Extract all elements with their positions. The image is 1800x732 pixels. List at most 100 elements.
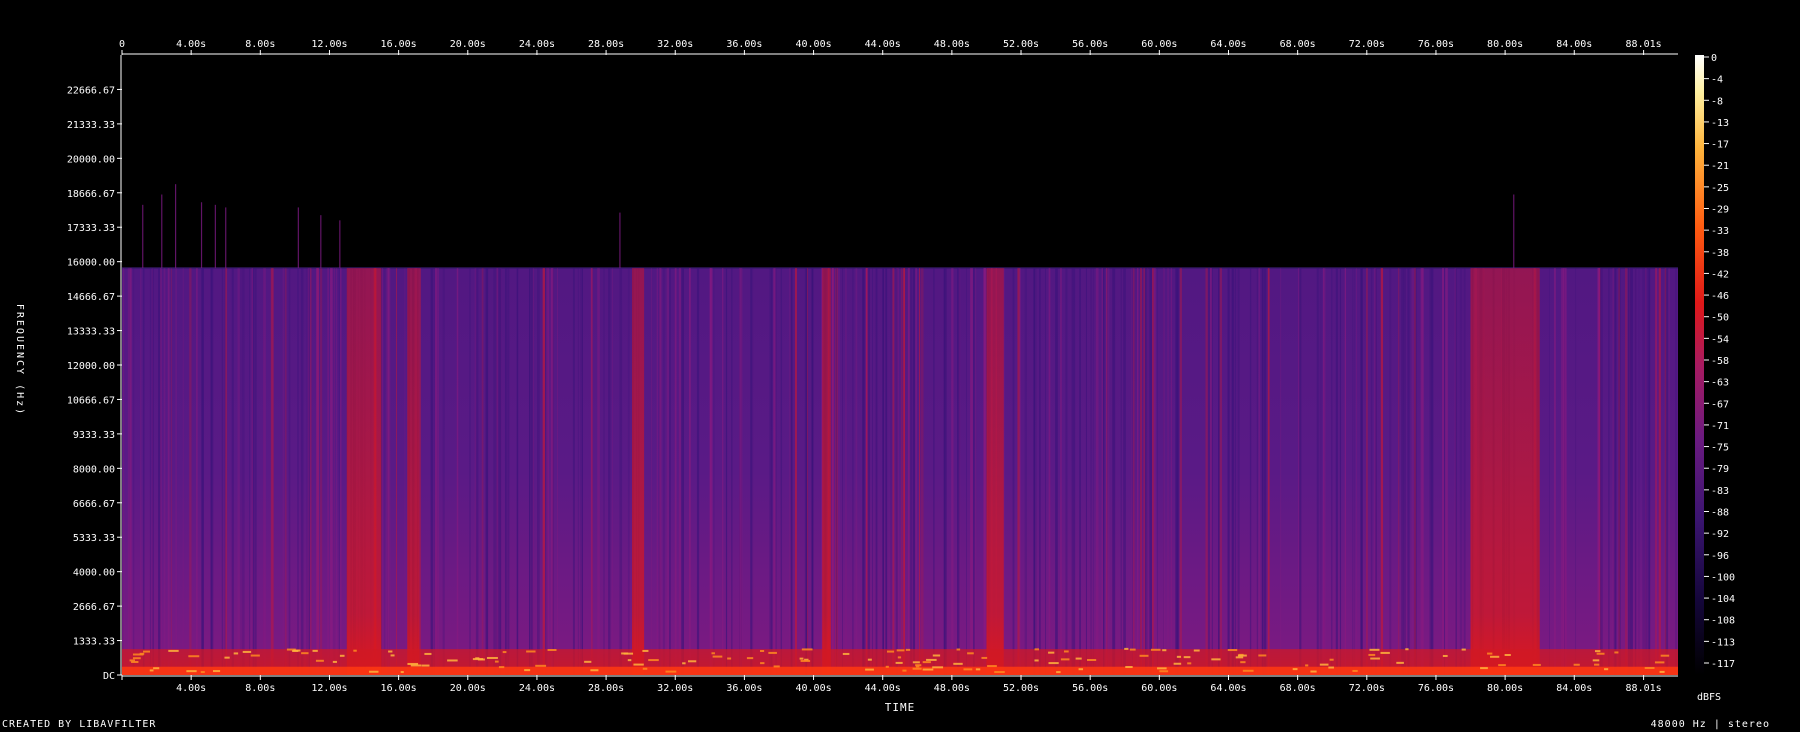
y-tick-label: 22666.67 [67,85,115,96]
harmonic-dash [987,665,997,668]
spectrum-streak [1625,268,1628,675]
spectrum-streak [1258,268,1260,675]
harmonic-dash [953,662,963,665]
spectrum-streak [1335,268,1338,675]
spectrum-streak [1170,268,1173,675]
spectrum-streak [867,268,870,675]
spectrum-streak [1120,268,1122,675]
harmonic-dash [312,649,318,652]
spectrum-streak [434,268,438,675]
spectrum-streak [201,268,203,675]
spectrum-streak [196,268,198,675]
spectrum-streak [506,268,509,675]
y-tick-label: 14666.67 [67,292,115,303]
spectrum-streak [1025,268,1027,675]
loud-region [632,268,645,675]
harmonic-dash [1594,650,1601,653]
harmonic-dash [584,660,592,663]
spectrum-streak [1012,268,1015,675]
harmonic-dash [800,659,811,662]
colorbar-tick-label: -42 [1711,269,1729,280]
spectrum-streak [158,268,161,675]
harmonic-dash [486,656,498,659]
spectrum-streak [780,268,783,675]
spectrum-streak [1642,268,1646,675]
harmonic-dash [168,649,179,652]
colorbar-tick-label: -75 [1711,443,1729,454]
harmonic-dash [842,652,850,655]
harmonic-dash [1305,664,1309,667]
spectrum-streak [619,268,623,675]
spectrum-streak [152,268,154,675]
harmonic-dash [1659,670,1665,673]
spectrum-streak [221,268,224,675]
spectrum-streak [469,268,471,675]
harmonic-dash [1352,669,1358,672]
harmonic-dash [648,659,659,662]
colorbar: 0 -4 -8 -13 -17 -21 -25 -29 -33 -38 -42 -46 -50 -54 -5… [1695,53,1735,703]
harmonic-dash [727,657,732,660]
spectrum-streak [1209,268,1212,675]
harmonic-dash [902,669,907,672]
spectrum-streak [876,268,878,675]
harmonic-dash [424,652,432,655]
harmonic-dash [994,671,1005,674]
spectrum-streak [1227,268,1230,675]
spectrum-streak [966,268,967,675]
harmonic-dash [332,660,337,663]
spectrum-streak [493,268,496,675]
x-tick-label-top: 28.00s [588,39,624,50]
y-tick-label: 8000.00 [73,464,115,475]
footer-format: 48000 Hz | stereo [1650,719,1770,730]
harmonic-dash [905,648,911,651]
spectrum-streak [1675,268,1677,675]
harmonic-dash [1063,650,1069,653]
spectrum-streak [242,268,245,675]
x-tick-label-top: 12.00s [311,39,347,50]
harmonic-dash [1498,664,1506,667]
harmonic-dash [1594,663,1600,666]
spectrum-streak [1163,268,1165,675]
x-tick-label-top: 68.00s [1280,39,1316,50]
spectrum-streak [387,268,391,675]
colorbar-tick-label: -88 [1711,508,1729,519]
harmonic-dash [447,659,458,662]
harmonic-dash [1292,668,1298,671]
spectrum-streak [163,268,166,675]
spectrum-streak [1167,268,1169,675]
harmonic-dash [1227,649,1238,652]
spectrum-streak [1106,268,1108,675]
spectrum-streak [189,268,192,675]
x-axis-bottom: 4.00s 8.00s 12.00s 16.00s 20.00s 24.00s 28.00s… [121,675,1678,694]
spectrum-streak [1113,268,1116,675]
harmonic-dash [132,657,141,660]
spectrum-streak [1256,268,1259,675]
spectrum-streak [608,268,611,675]
harmonic-dash [369,670,379,673]
spectrum-streak [396,268,397,675]
spectrum-streak [1403,268,1406,675]
spectrum-streak [1140,268,1142,675]
harmonic-dash [687,660,697,663]
x-tick-label-bottom: 48.00s [934,683,970,694]
spectrum-streak [557,268,558,675]
x-tick-label-top: 32.00s [657,39,693,50]
harmonic-dash [1056,671,1061,674]
x-tick-label-top: 16.00s [381,39,417,50]
colorbar-tick-label: -83 [1711,486,1729,497]
spectrum-streak [485,268,487,675]
x-tick-label-top: 24.00s [519,39,555,50]
spectrum-streak [663,268,665,675]
harmonic-dash [1396,661,1404,664]
spectrum-streak [263,268,264,675]
harmonic-dash [388,650,393,653]
spectrum-streak [1668,268,1670,675]
harmonic-dash [922,668,934,671]
harmonic-dash [1319,663,1329,666]
spectrum-streak [1459,268,1463,675]
spectrum-streak [1157,268,1158,675]
spectrum-streak [404,268,406,675]
colorbar-tick-label: -25 [1711,183,1729,194]
harmonic-dash [760,650,765,653]
spectrum-streak [1370,268,1373,675]
